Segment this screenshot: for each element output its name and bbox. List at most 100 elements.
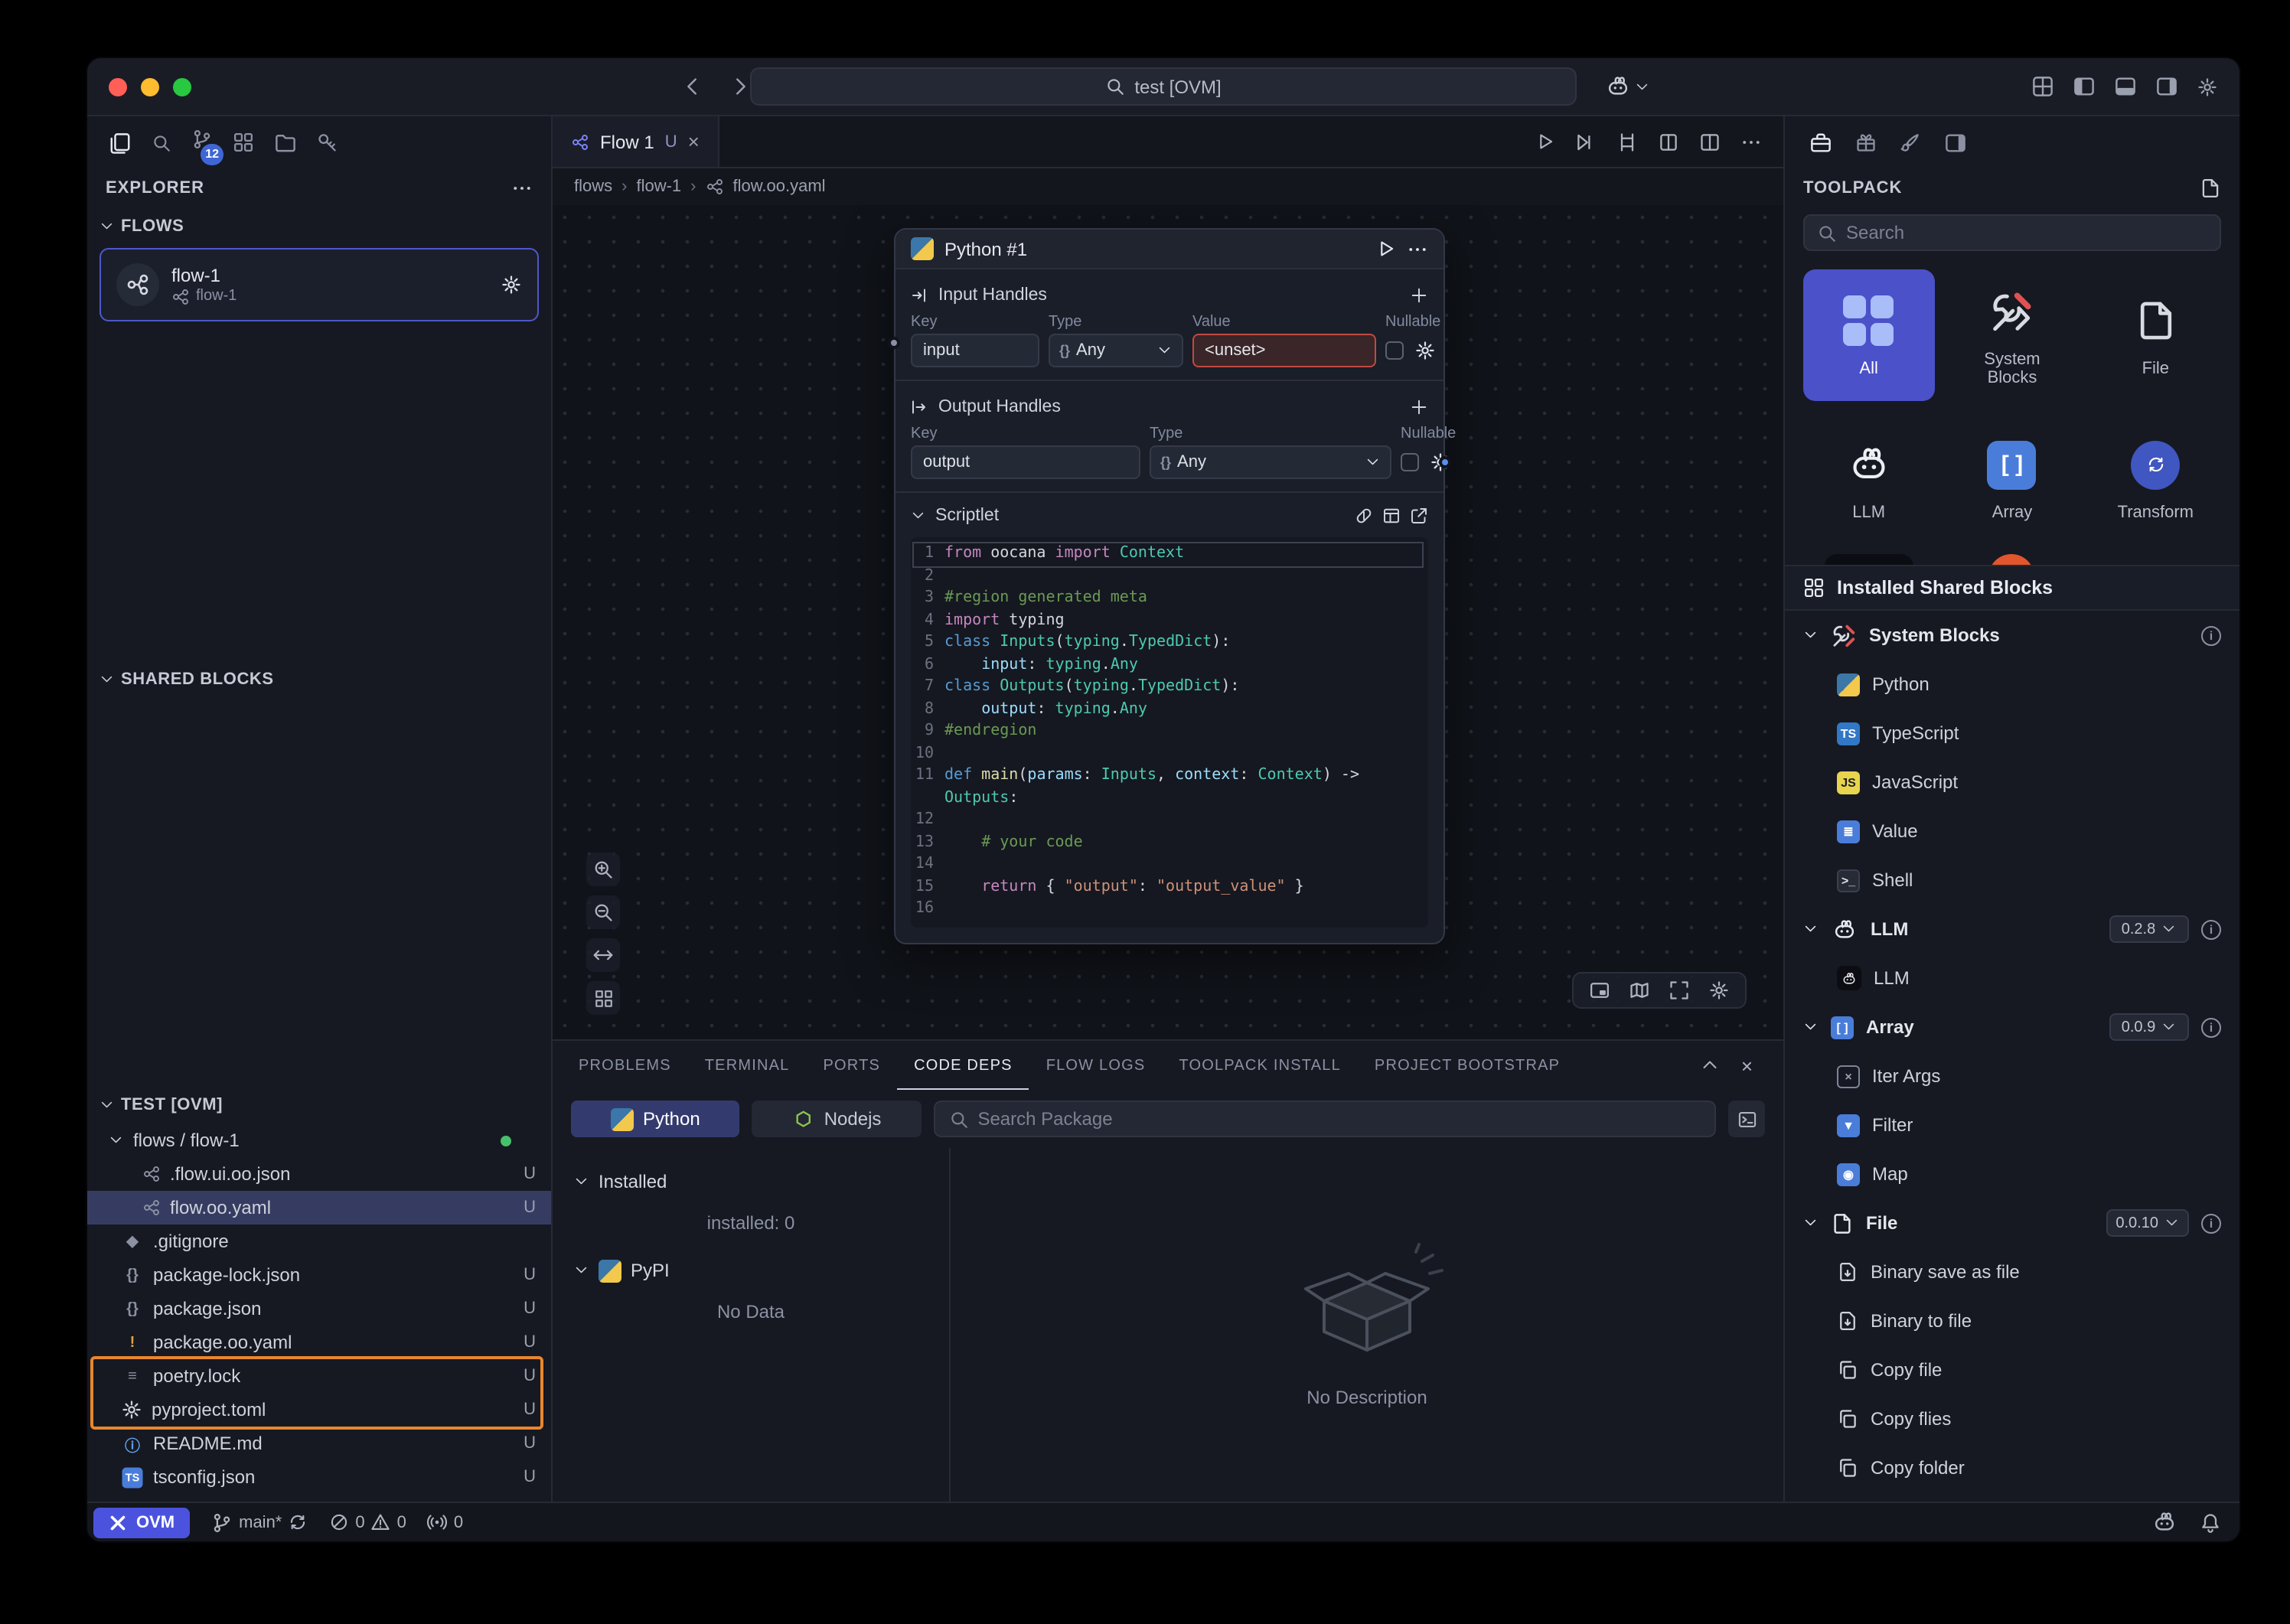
panel-tab-flow-logs[interactable]: FLOW LOGS [1029,1041,1163,1090]
info-icon[interactable]: i [2201,1017,2221,1037]
file-poetry-lock[interactable]: ≡poetry.lockU [87,1359,551,1393]
toolpack-tile-transform[interactable]: Transform [2090,413,2221,545]
block-group-system-blocks[interactable]: System Blocksi [1785,611,2239,660]
block-item-copy-flies[interactable]: Copy flies [1785,1394,2239,1443]
code-line-5[interactable]: 5class Inputs(typing.TypedDict): [914,632,1422,654]
chevron-down-icon[interactable] [911,508,926,523]
block-item-shell[interactable]: >_Shell [1785,856,2239,905]
back-button[interactable] [681,75,704,98]
extensions-view-button[interactable] [233,132,254,153]
block-item-typescript[interactable]: TSTypeScript [1785,709,2239,758]
python-node[interactable]: Python #1 Input Handles Ke [894,228,1445,944]
block-item-copy-file[interactable]: Copy file [1785,1345,2239,1394]
file-package-json[interactable]: {}package.jsonU [87,1292,551,1326]
remote-indicator[interactable]: OVM [93,1507,190,1538]
scriptlet-pill-button[interactable] [1355,507,1373,525]
toolpack-tile-llm[interactable]: LLM [1803,413,1934,545]
version-select-array[interactable]: 0.0.9 [2109,1013,2189,1041]
code-line-1[interactable]: 1from oocana import Context [914,543,1422,566]
project-section-header[interactable]: TEST [OVM] [87,1087,551,1123]
code-line-13[interactable]: 13 # your code [914,832,1422,854]
chevron-down-icon[interactable] [1635,79,1650,94]
code-line-6[interactable]: 6 input: typing.Any [914,654,1422,677]
node-header[interactable]: Python #1 [895,230,1443,269]
picture-in-picture-button[interactable] [1589,980,1610,1001]
toolpack-tile-array[interactable]: [ ]Array [1946,413,2077,545]
problems-indicator[interactable]: 0 0 [329,1512,406,1532]
file-tsconfig-json[interactable]: TStsconfig.jsonU [87,1460,551,1494]
explorer-more-button[interactable] [511,178,533,199]
close-window-button[interactable] [109,77,127,96]
bunny-status-icon[interactable] [2151,1511,2178,1534]
tab-flow-1[interactable]: Flow 1 U × [553,116,719,167]
output-key-field[interactable] [911,445,1140,479]
explorer-view-button[interactable] [109,131,132,154]
maximize-window-button[interactable] [173,77,191,96]
partial-tile[interactable] [1825,554,1913,565]
layout-grid-button[interactable] [2031,75,2054,98]
scriptlet-layout-button[interactable] [1382,507,1401,525]
block-item-iter-args[interactable]: ×Iter Args [1785,1052,2239,1101]
file-flow-ui-oo-json[interactable]: .flow.ui.oo.jsonU [87,1157,551,1191]
package-search-input[interactable] [977,1108,1701,1130]
input-handle-settings-button[interactable] [1414,340,1436,361]
minimap-button[interactable] [1629,980,1650,1001]
block-item-python[interactable]: Python [1785,660,2239,709]
code-line-2[interactable]: 2 [914,566,1422,588]
branch-indicator[interactable]: main* [211,1511,308,1533]
partial-tile[interactable] [1989,554,2035,565]
info-icon[interactable]: i [2201,1213,2221,1233]
node-more-button[interactable] [1407,238,1428,259]
block-item-javascript[interactable]: JSJavaScript [1785,758,2239,807]
toggle-sidebar-left-button[interactable] [2073,75,2096,98]
split-editor-button[interactable] [1699,131,1721,152]
block-item-binary-save-as-file[interactable]: Binary save as file [1785,1247,2239,1296]
flow-canvas[interactable]: Python #1 Input Handles Ke [553,205,1783,1039]
info-icon[interactable]: i [2201,919,2221,939]
info-icon[interactable]: i [2201,625,2221,645]
input-connection-handle[interactable] [888,337,900,349]
version-select-llm[interactable]: 0.2.8 [2109,915,2189,943]
input-type-select[interactable]: {} Any [1049,334,1183,367]
zoom-in-button[interactable] [586,853,620,886]
block-group-array[interactable]: [ ]Array0.0.9i [1785,1003,2239,1052]
panel-tab-problems[interactable]: PROBLEMS [562,1041,688,1090]
block-item-filter[interactable]: ▼Filter [1785,1101,2239,1150]
version-select-file[interactable]: 0.0.10 [2106,1209,2189,1237]
code-line-14[interactable]: 14 [914,854,1422,876]
close-tab-button[interactable]: × [688,130,700,153]
package-search[interactable] [933,1101,1716,1137]
block-group-llm[interactable]: LLM0.2.8i [1785,905,2239,954]
toolpack-tile-all[interactable]: All [1803,269,1934,401]
file-package-oo-yaml[interactable]: !package.oo.yamlU [87,1326,551,1359]
installed-section-row[interactable]: Installed [553,1163,949,1200]
close-panel-button[interactable]: × [1741,1054,1753,1077]
file-pyproject-toml[interactable]: pyproject.tomlU [87,1393,551,1427]
code-editor[interactable]: 1from oocana import Context23#region gen… [911,537,1428,927]
flow-card[interactable]: flow-1 flow-1 [99,248,539,321]
lang-button-python[interactable]: Python [571,1101,740,1137]
code-line-10[interactable]: 10 [914,743,1422,765]
minimize-window-button[interactable] [141,77,159,96]
canvas-settings-button[interactable] [1708,980,1730,1001]
compare-button[interactable] [1616,131,1638,152]
code-line-9[interactable]: 9#endregion [914,721,1422,743]
flows-section-header[interactable]: FLOWS [87,208,551,245]
bunny-logo-icon[interactable] [1604,75,1632,98]
output-type-select[interactable]: {} Any [1150,445,1391,479]
block-item-llm[interactable]: LLM [1785,954,2239,1003]
run-node-button[interactable] [1376,239,1396,259]
panel-tab-code-deps[interactable]: CODE DEPS [897,1041,1029,1090]
panel-tab-terminal[interactable]: TERMINAL [688,1041,807,1090]
file-gitignore[interactable]: ◆.gitignore [87,1225,551,1258]
lang-button-nodejs[interactable]: ⬡Nodejs [752,1101,922,1137]
toggle-sidebar-right-button[interactable] [2155,75,2178,98]
more-actions-button[interactable] [1740,131,1762,152]
code-line-3[interactable]: 3#region generated meta [914,588,1422,610]
code-line-15[interactable]: 15 return { "output": "output_value" } [914,876,1422,898]
block-item-map[interactable]: ◉Map [1785,1150,2239,1198]
file-readme-md[interactable]: ⓘREADME.mdU [87,1427,551,1460]
file-flows-flow-1[interactable]: flows / flow-1 [87,1123,551,1157]
nullable-checkbox[interactable] [1385,341,1404,360]
code-line-8[interactable]: 8 output: typing.Any [914,699,1422,721]
